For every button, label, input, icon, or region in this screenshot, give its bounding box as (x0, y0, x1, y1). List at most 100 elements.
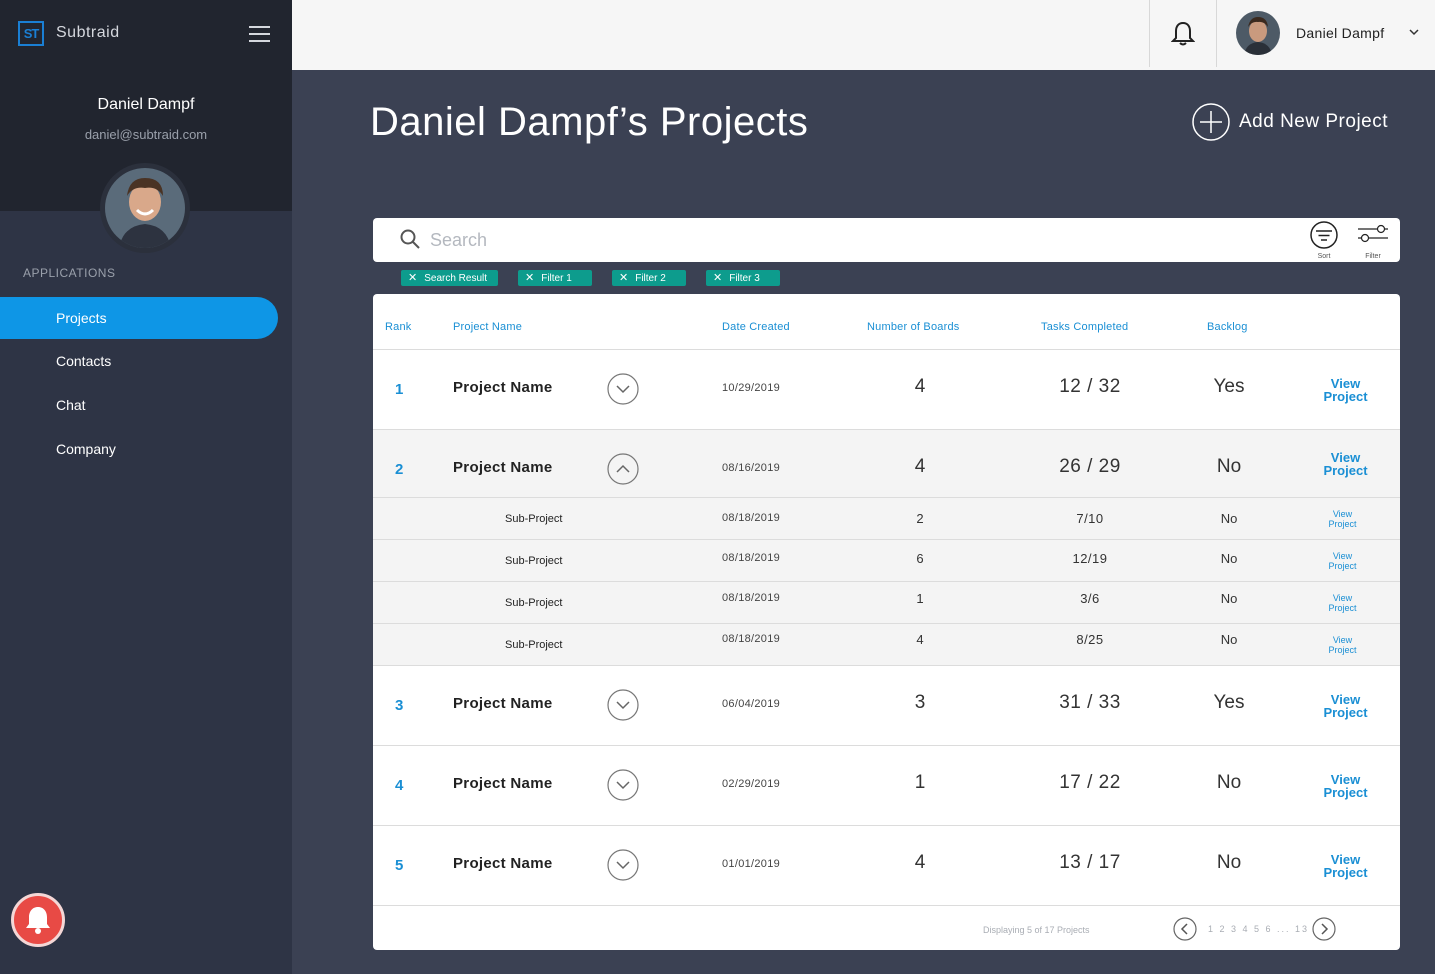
filter-chip-filter-3[interactable]: ✕ Filter 3 (706, 270, 780, 286)
column-header-date-created[interactable]: Date Created (722, 321, 790, 333)
sub-project-boards: 4 (916, 632, 924, 647)
row-backlog: No (1216, 852, 1242, 873)
expand-chevron-down-icon[interactable] (607, 689, 639, 721)
sidebar-user-email: daniel@subtraid.com (84, 127, 208, 142)
view-project-link[interactable]: View Project (1315, 635, 1370, 655)
table-row[interactable]: 3 Project Name 06/04/2019 3 31 / 33 Yes … (373, 666, 1400, 746)
sidebar-item-company[interactable]: Company (0, 428, 278, 470)
expand-chevron-down-icon[interactable] (607, 373, 639, 405)
sub-project-backlog: No (1220, 551, 1238, 566)
row-project-name: Project Name (453, 695, 553, 712)
sub-project-date: 08/18/2019 (722, 592, 781, 604)
sub-project-name: Sub-Project (505, 513, 563, 525)
add-new-project-label: Add New Project (1239, 111, 1389, 132)
sub-project-row[interactable]: Sub-Project 08/18/2019 1 3/6 No View Proj… (373, 582, 1400, 624)
menu-icon[interactable] (249, 26, 270, 42)
applications-section-label: APPLICATIONS (23, 266, 116, 280)
sub-project-name: Sub-Project (505, 639, 563, 651)
row-date-created: 01/01/2019 (722, 858, 781, 870)
brand-logo[interactable]: ST (18, 21, 44, 46)
column-header-project-name[interactable]: Project Name (453, 321, 522, 333)
sub-project-backlog: No (1220, 632, 1238, 647)
sidebar: ST Subtraid Daniel Dampf daniel@subtraid… (0, 0, 292, 974)
filter-label: Filter (1365, 253, 1381, 260)
view-project-link[interactable]: View Project (1318, 853, 1373, 879)
column-header-tasks-completed[interactable]: Tasks Completed (1041, 321, 1128, 333)
expand-chevron-down-icon[interactable] (607, 849, 639, 881)
chevron-down-icon[interactable] (1408, 26, 1420, 38)
filter-chip-filter-1[interactable]: ✕ Filter 1 (518, 270, 592, 286)
column-header-backlog[interactable]: Backlog (1207, 321, 1248, 333)
top-bar: Daniel Dampf (292, 0, 1435, 70)
sub-project-date: 08/18/2019 (722, 633, 781, 645)
row-boards: 3 (914, 692, 926, 713)
row-project-name: Project Name (453, 379, 553, 396)
row-date-created: 10/29/2019 (722, 382, 781, 394)
notifications-button[interactable] (1149, 0, 1217, 67)
view-project-link[interactable]: View Project (1318, 451, 1373, 477)
sub-project-tasks: 7/10 (1076, 511, 1104, 526)
close-icon[interactable]: ✕ (619, 272, 628, 284)
chevron-right-icon[interactable] (1312, 917, 1336, 941)
sub-project-tasks: 12/19 (1072, 551, 1108, 566)
close-icon[interactable]: ✕ (408, 272, 417, 284)
chip-label: Search Result (424, 273, 488, 284)
sidebar-user-name: Daniel Dampf (97, 96, 195, 113)
row-rank: 4 (395, 777, 404, 794)
sub-project-date: 08/18/2019 (722, 512, 781, 524)
row-rank: 5 (395, 857, 404, 874)
avatar[interactable] (100, 163, 190, 253)
sub-project-boards: 2 (916, 511, 924, 526)
row-backlog: No (1216, 456, 1242, 477)
row-tasks: 12 / 32 (1059, 376, 1121, 397)
view-project-link[interactable]: View Project (1315, 593, 1370, 613)
add-new-project-button[interactable]: Add New Project (1192, 102, 1388, 142)
chip-label: Filter 1 (541, 273, 572, 284)
view-project-link[interactable]: View Project (1318, 693, 1373, 719)
chip-label: Filter 3 (729, 273, 760, 284)
view-project-link[interactable]: View Project (1318, 377, 1373, 403)
sort-label: Sort (1317, 253, 1331, 260)
avatar[interactable] (1236, 11, 1280, 55)
sidebar-item-contacts[interactable]: Contacts (0, 340, 278, 382)
search-input[interactable] (430, 226, 1250, 254)
view-project-link[interactable]: View Project (1315, 509, 1370, 529)
displaying-count: Displaying 5 of 17 Projects (983, 925, 1090, 935)
user-menu-name[interactable]: Daniel Dampf (1296, 25, 1384, 41)
table-row[interactable]: 4 Project Name 02/29/2019 1 17 / 22 No V… (373, 746, 1400, 826)
close-icon[interactable]: ✕ (713, 272, 722, 284)
sidebar-item-projects[interactable]: Projects (0, 297, 278, 339)
column-header-number-of-boards[interactable]: Number of Boards (867, 321, 959, 333)
row-rank: 2 (395, 461, 404, 478)
notification-fab-button[interactable] (11, 893, 65, 947)
search-bar: Sort Filter (373, 218, 1400, 262)
close-icon[interactable]: ✕ (525, 272, 534, 284)
row-project-name: Project Name (453, 775, 553, 792)
filter-sliders-icon (1358, 224, 1388, 243)
table-row[interactable]: 2 Project Name 08/16/2019 4 26 / 29 No V… (373, 430, 1400, 498)
table-row[interactable]: 1 Project Name 10/29/2019 4 12 / 32 Yes … (373, 350, 1400, 430)
sub-project-name: Sub-Project (505, 597, 563, 609)
bell-icon (26, 907, 50, 934)
filter-chip-search-result[interactable]: ✕ Search Result (401, 270, 498, 286)
filter-button[interactable]: Filter (1353, 218, 1393, 262)
column-header-rank[interactable]: Rank (385, 321, 411, 333)
sub-project-row[interactable]: Sub-Project 08/18/2019 6 12/19 No View Pr… (373, 540, 1400, 582)
sub-project-tasks: 8/25 (1076, 632, 1104, 647)
collapse-chevron-up-icon[interactable] (607, 453, 639, 485)
bell-icon (1171, 21, 1195, 45)
sub-project-name: Sub-Project (505, 555, 563, 567)
filter-chip-filter-2[interactable]: ✕ Filter 2 (612, 270, 686, 286)
search-icon (400, 229, 420, 249)
view-project-link[interactable]: View Project (1315, 551, 1370, 571)
sidebar-item-chat[interactable]: Chat (0, 384, 278, 426)
sort-button[interactable]: Sort (1304, 218, 1344, 262)
sub-project-row[interactable]: Sub-Project 08/18/2019 4 8/25 No View Pro… (373, 624, 1400, 666)
chevron-left-icon[interactable] (1173, 917, 1197, 941)
view-project-link[interactable]: View Project (1318, 773, 1373, 799)
chip-label: Filter 2 (635, 273, 666, 284)
table-row[interactable]: 5 Project Name 01/01/2019 4 13 / 17 No V… (373, 826, 1400, 906)
sub-project-row[interactable]: Sub-Project 08/18/2019 2 7/10 No View Pro… (373, 498, 1400, 540)
pagination-pages[interactable]: 1 2 3 4 5 6 ... 13 (1208, 924, 1309, 934)
expand-chevron-down-icon[interactable] (607, 769, 639, 801)
